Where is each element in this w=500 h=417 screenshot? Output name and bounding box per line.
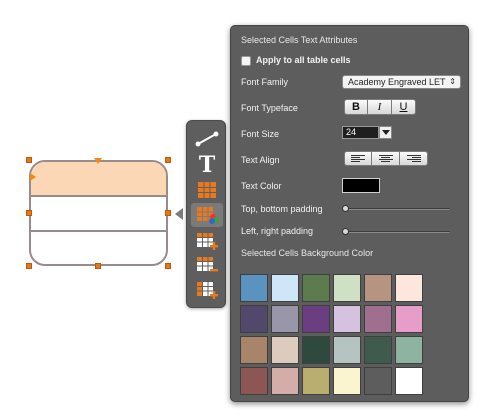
bg-color-swatch[interactable] [240,305,268,333]
apply-all-label[interactable]: Apply to all table cells [256,55,351,65]
bg-color-swatch[interactable] [395,336,423,364]
table-shape[interactable] [29,160,168,266]
bg-color-swatch[interactable] [271,305,299,333]
align-center-button[interactable] [372,151,400,166]
remove-row-icon [197,257,218,272]
font-size-label: Font Size [241,129,280,139]
table-style-tool[interactable] [191,178,223,202]
font-family-select[interactable]: Academy Engraved LET ⇕ [342,75,461,89]
font-size-field[interactable]: 24 [342,126,379,139]
font-family-value: Academy Engraved LET [348,77,446,87]
bg-color-swatch[interactable] [333,305,361,333]
cell-color-icon [197,207,219,224]
table-header-row[interactable] [31,162,166,197]
bg-color-swatch[interactable] [333,274,361,302]
text-color-well[interactable] [342,178,380,193]
select-arrows-icon: ⇕ [449,77,456,86]
bg-color-swatch[interactable] [395,367,423,395]
typeface-segmented-control: B I U [344,99,416,115]
font-size-dropdown[interactable] [379,126,392,139]
add-row-icon [197,233,218,250]
left-right-padding-label: Left, right padding [241,226,314,236]
add-column-icon [197,282,218,299]
add-row-tool[interactable] [191,229,223,253]
column-resize-marker[interactable] [94,158,102,164]
align-right-button[interactable] [400,151,428,166]
top-bottom-padding-label: Top, bottom padding [241,204,323,214]
bg-color-title: Selected Cells Background Color [241,248,374,258]
bg-color-swatch[interactable] [271,336,299,364]
popover-pointer [175,208,183,220]
panel-title: Selected Cells Text Attributes [241,35,358,45]
bg-color-swatch-grid [240,274,423,395]
text-icon: T [198,152,216,178]
resize-handle-right[interactable] [165,210,171,216]
row-resize-marker[interactable] [30,173,36,181]
bg-color-swatch[interactable] [302,336,330,364]
table-row[interactable] [31,232,166,264]
resize-handle-bottom-right[interactable] [165,263,171,269]
align-center-icon [378,155,393,162]
left-right-padding-knob[interactable] [342,228,349,235]
top-bottom-padding-knob[interactable] [342,205,349,212]
top-bottom-padding-slider[interactable] [346,208,450,210]
connector-icon [195,131,219,147]
bg-color-swatch[interactable] [364,336,392,364]
remove-row-tool[interactable] [191,253,223,277]
bg-color-swatch[interactable] [333,367,361,395]
table-row[interactable] [31,197,166,232]
bg-color-swatch[interactable] [302,305,330,333]
bg-color-swatch[interactable] [364,274,392,302]
text-align-segmented-control [344,151,428,166]
resize-handle-bottom[interactable] [95,263,101,269]
cell-attributes-panel: Selected Cells Text Attributes Apply to … [230,25,469,402]
table-style-icon [198,182,216,198]
bg-color-swatch[interactable] [240,274,268,302]
bg-color-swatch[interactable] [333,336,361,364]
connector-tool[interactable] [191,127,223,151]
resize-handle-top-right[interactable] [165,157,171,163]
align-left-button[interactable] [344,151,372,166]
add-column-tool[interactable] [191,278,223,302]
bold-button[interactable]: B [344,99,368,115]
apply-all-checkbox[interactable] [241,56,251,66]
align-left-icon [351,155,365,162]
resize-handle-left[interactable] [26,210,32,216]
bg-color-swatch[interactable] [271,274,299,302]
text-tool[interactable]: T [191,153,223,177]
cell-color-tool[interactable] [191,203,223,227]
chevron-down-icon [381,130,390,135]
font-typeface-label: Font Typeface [241,103,298,113]
bg-color-swatch[interactable] [364,367,392,395]
resize-handle-top-left[interactable] [26,157,32,163]
bg-color-swatch[interactable] [271,367,299,395]
bg-color-swatch[interactable] [395,274,423,302]
bg-color-swatch[interactable] [240,336,268,364]
text-color-label: Text Color [241,181,282,191]
font-family-label: Font Family [241,77,289,87]
underline-button[interactable]: U [392,99,416,115]
align-right-icon [406,155,421,162]
table-toolbar: T [186,120,226,308]
bg-color-swatch[interactable] [395,305,423,333]
bg-color-swatch[interactable] [302,274,330,302]
resize-handle-bottom-left[interactable] [26,263,32,269]
left-right-padding-slider[interactable] [346,231,450,233]
bg-color-swatch[interactable] [302,367,330,395]
bg-color-swatch[interactable] [364,305,392,333]
text-align-label: Text Align [241,155,280,165]
bg-color-swatch[interactable] [240,367,268,395]
italic-button[interactable]: I [368,99,392,115]
